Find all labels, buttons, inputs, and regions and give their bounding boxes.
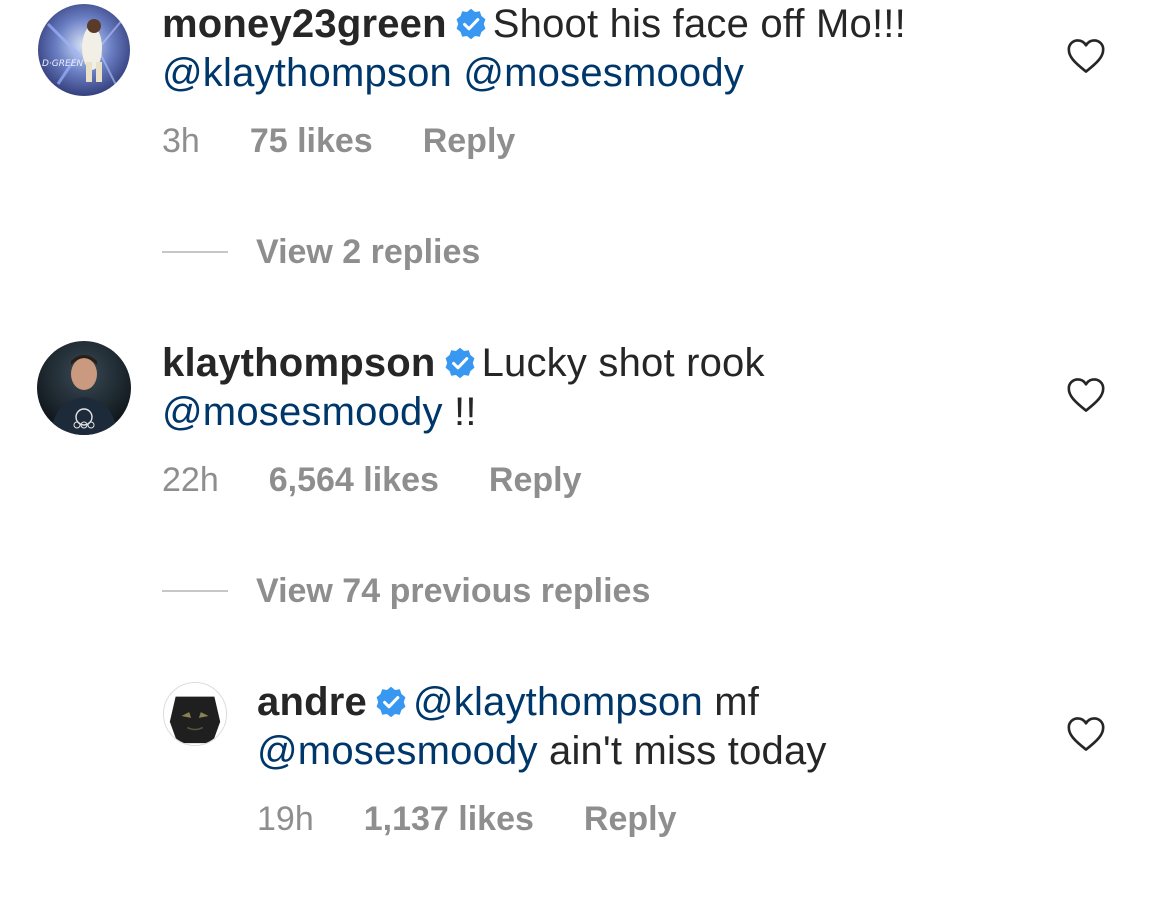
likes-count[interactable]: 6,564 likes [269, 461, 439, 500]
heart-outline-icon[interactable] [1066, 716, 1106, 752]
svg-text:D·GREEN: D·GREEN [42, 59, 83, 69]
divider [162, 251, 228, 253]
reply-button[interactable]: Reply [423, 122, 516, 161]
comment-time: 22h [162, 461, 219, 499]
verified-badge-icon [455, 8, 487, 40]
comment-time: 19h [257, 800, 314, 838]
username[interactable]: klaythompson [162, 341, 436, 385]
heart-outline-icon[interactable] [1066, 38, 1106, 74]
avatar[interactable] [37, 341, 131, 435]
mention-link[interactable]: @mosesmoody [257, 729, 538, 773]
view-replies-label[interactable]: View 2 replies [256, 232, 480, 272]
likes-count[interactable]: 75 likes [250, 122, 373, 161]
view-previous-replies-button[interactable]: View 74 previous replies [162, 571, 862, 611]
mention-link[interactable]: @mosesmoody [162, 390, 443, 434]
verified-badge-icon [444, 347, 476, 379]
divider [162, 590, 228, 592]
comment-text: ain't miss today [549, 729, 827, 773]
mention-link[interactable]: @klaythompson [413, 680, 703, 724]
comment-time: 3h [162, 122, 200, 160]
view-replies-button[interactable]: View 2 replies [162, 232, 862, 272]
mention-link[interactable]: @klaythompson [162, 51, 452, 95]
comment-text: !! [454, 390, 477, 434]
heart-outline-icon[interactable] [1066, 377, 1106, 413]
username[interactable]: andre [257, 680, 367, 724]
comment-text: Lucky shot rook [481, 341, 765, 385]
comment-text: Shoot his face off Mo!!! [492, 2, 906, 46]
reply-button[interactable]: Reply [584, 800, 677, 839]
avatar[interactable]: D·GREEN [38, 4, 130, 96]
likes-count[interactable]: 1,137 likes [364, 800, 534, 839]
view-replies-label[interactable]: View 74 previous replies [256, 571, 650, 611]
verified-badge-icon [375, 686, 407, 718]
mention-link[interactable]: @mosesmoody [463, 51, 744, 95]
avatar[interactable] [163, 682, 227, 746]
comment-text: mf [714, 680, 760, 724]
reply-button[interactable]: Reply [489, 461, 582, 500]
username[interactable]: money23green [162, 2, 447, 46]
